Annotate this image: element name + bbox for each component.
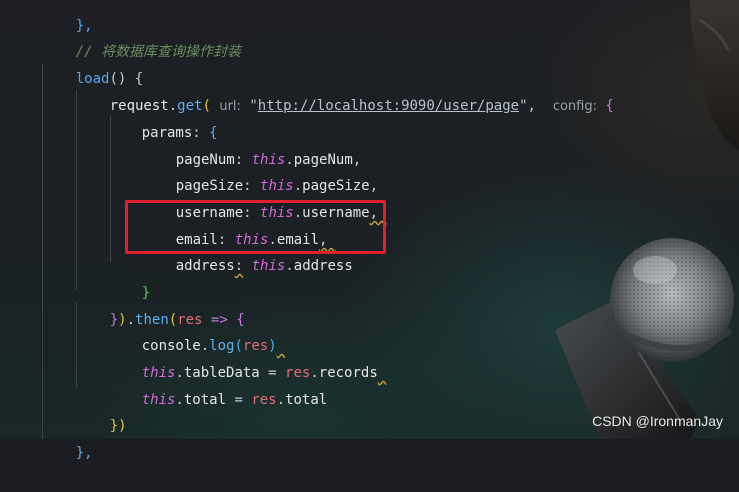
parameter-hint: config: (552, 99, 597, 114)
highlight-annotation-box (125, 200, 386, 254)
code-line: }, (42, 0, 93, 34)
code-token: total (183, 392, 227, 408)
watermark-text: CSDN @IronmanJay (592, 413, 723, 429)
code-line: }).then(res => { (109, 312, 245, 328)
code-line: } (141, 285, 151, 301)
code-line: load() { (42, 40, 143, 87)
code-line: request.get( url: "http://localhost:9090… (109, 98, 614, 114)
code-comment: // 将数据库查询操作封装 (42, 13, 241, 60)
indent-guide (42, 64, 43, 439)
code-token: res (251, 392, 277, 408)
code-line: username: this.username, (175, 205, 387, 221)
code-line: this.tableData = res.records (141, 365, 378, 381)
code-line: console.log(res) (141, 338, 277, 354)
code-line: }, (75, 445, 93, 461)
code-token: address (293, 258, 353, 274)
this-keyword: this (251, 258, 286, 274)
url-link[interactable]: http://localhost:9090/user/page (258, 98, 519, 114)
code-token: total (285, 392, 328, 408)
this-keyword: this (141, 392, 176, 408)
code-line: pageNum: this.pageNum, (175, 152, 362, 168)
parameter-hint: url: (219, 99, 241, 114)
code-token: records (318, 365, 378, 381)
code-editor[interactable]: }, // 将数据库查询操作封装 load() { request.get( u… (0, 0, 739, 461)
code-line: this.total = res.total (141, 392, 328, 408)
code-line: params: { (141, 125, 218, 141)
code-line: pageSize: this.pageSize, (175, 178, 379, 194)
code-line: }) (109, 418, 127, 434)
code-token: address (175, 258, 235, 274)
